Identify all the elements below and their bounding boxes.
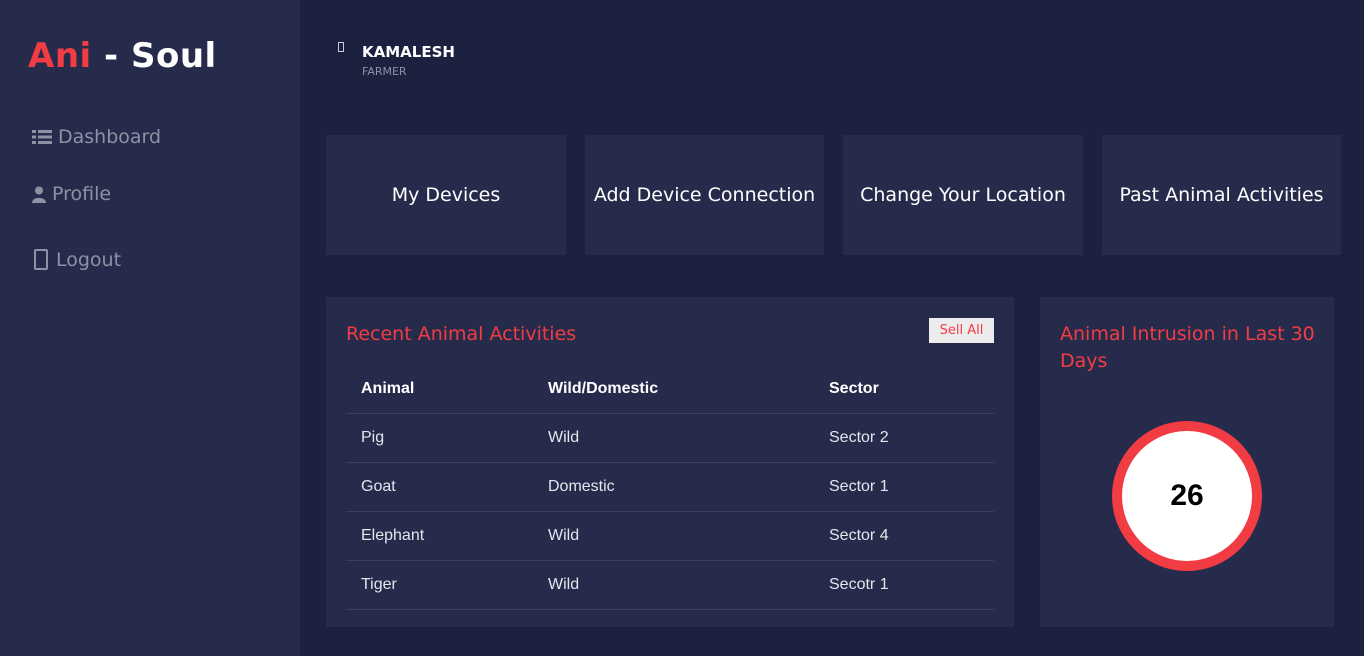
type-cell: Domestic: [548, 478, 615, 495]
column-header-sector: Sector: [829, 379, 879, 397]
list-icon: [32, 129, 52, 145]
sector-cell: Sector 4: [829, 527, 889, 544]
sidebar-item-label: Dashboard: [58, 126, 162, 148]
intrusion-count: 26: [1170, 479, 1204, 512]
logo-rest-text: - Soul: [91, 36, 217, 76]
see-all-button[interactable]: Sell All: [929, 318, 994, 343]
sector-cell: Sector 2: [829, 429, 889, 446]
animal-cell: Tiger: [361, 576, 397, 593]
intrusion-count-ring: 26: [1112, 421, 1262, 571]
recent-activities-title: Recent Animal Activities: [346, 323, 577, 345]
user-icon: [32, 186, 46, 203]
intrusion-title: Animal Intrusion in Last 30 Days: [1060, 323, 1315, 372]
add-device-connection-button[interactable]: Add Device Connection: [585, 135, 824, 255]
sector-cell: Secotr 1: [829, 576, 889, 593]
activities-table: Animal Wild/Domestic Sector Pig Wild Sec…: [346, 364, 994, 610]
table-row: Goat Domestic Sector 1: [346, 463, 994, 512]
sidebar-item-label: Logout: [56, 249, 122, 271]
sidebar-item-profile[interactable]: Profile: [32, 183, 111, 205]
column-header-type: Wild/Domestic: [548, 379, 659, 397]
type-cell: Wild: [548, 429, 580, 446]
table-row: Elephant Wild Sector 4: [346, 512, 994, 561]
sidebar-item-dashboard[interactable]: Dashboard: [32, 126, 161, 148]
user-glyph-icon: [338, 42, 344, 52]
table-row: Pig Wild Sector 2: [346, 414, 994, 463]
type-cell: Wild: [548, 527, 580, 544]
user-name: KAMALESH: [362, 43, 455, 61]
change-location-button[interactable]: Change Your Location: [843, 135, 1083, 255]
sidebar-item-logout[interactable]: Logout: [32, 249, 121, 271]
past-animal-activities-button[interactable]: Past Animal Activities: [1102, 135, 1341, 255]
animal-cell: Elephant: [361, 527, 425, 544]
type-cell: Wild: [548, 576, 580, 593]
logo-accent-text: Ani: [28, 36, 92, 76]
sidebar: Ani - Soul Dashboard Profile Logout: [0, 0, 300, 656]
animal-cell: Goat: [361, 478, 396, 495]
animal-cell: Pig: [361, 429, 385, 446]
sidebar-item-label: Profile: [52, 183, 112, 205]
intrusion-panel: Animal Intrusion in Last 30 Days 26: [1040, 297, 1334, 627]
recent-activities-panel: Recent Animal Activities Sell All Animal…: [326, 297, 1014, 627]
phone-icon: [32, 249, 50, 271]
my-devices-button[interactable]: My Devices: [326, 135, 566, 255]
user-role: FARMER: [362, 65, 407, 78]
app-logo[interactable]: Ani - Soul: [28, 36, 217, 76]
column-header-animal: Animal: [361, 379, 415, 397]
table-header-row: Animal Wild/Domestic Sector: [346, 364, 994, 414]
table-row: Tiger Wild Secotr 1: [346, 561, 994, 610]
sector-cell: Sector 1: [829, 478, 889, 495]
